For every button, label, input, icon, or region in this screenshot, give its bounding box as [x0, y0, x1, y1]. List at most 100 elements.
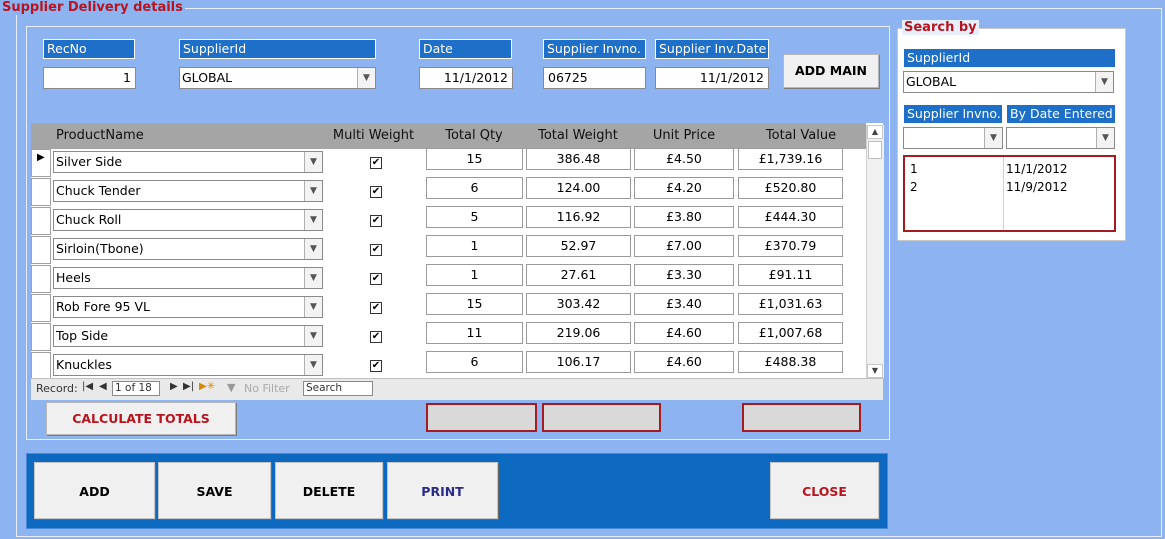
total-weight-cell[interactable]: 106.17	[526, 351, 631, 373]
product-combo[interactable]: Chuck Tender ▼	[53, 180, 323, 202]
chevron-down-icon[interactable]: ▼	[304, 268, 322, 288]
total-qty-cell[interactable]: 1	[426, 235, 523, 257]
chevron-down-icon[interactable]: ▼	[304, 355, 322, 375]
chevron-down-icon[interactable]: ▼	[1096, 128, 1114, 148]
chevron-down-icon[interactable]: ▼	[304, 297, 322, 317]
total-weight-cell[interactable]: 303.42	[526, 293, 631, 315]
total-value-cell[interactable]: £91.11	[738, 264, 843, 286]
product-combo[interactable]: Chuck Roll ▼	[53, 209, 323, 231]
unit-price-cell[interactable]: £7.00	[634, 235, 734, 257]
search-results-list[interactable]: 1 11/1/2012 2 11/9/2012	[903, 155, 1116, 232]
unit-price-cell[interactable]: £4.20	[634, 177, 734, 199]
search-supplier-combo[interactable]: GLOBAL ▼	[903, 71, 1114, 93]
total-qty-cell[interactable]: 6	[426, 351, 523, 373]
result-id[interactable]: 2	[910, 180, 918, 194]
total-value-cell[interactable]: £1,739.16	[738, 148, 843, 170]
search-bydate-combo[interactable]: ▼	[1006, 127, 1115, 149]
multi-weight-checkbox[interactable]: ✔	[370, 157, 382, 169]
next-record-icon[interactable]: ▶	[170, 381, 178, 392]
new-record-icon[interactable]: ▶✳	[199, 381, 215, 392]
result-date[interactable]: 11/1/2012	[1006, 162, 1068, 176]
close-button[interactable]: CLOSE	[770, 462, 879, 519]
row-selector[interactable]	[31, 236, 51, 264]
result-id[interactable]: 1	[910, 162, 918, 176]
product-combo[interactable]: Silver Side ▼	[53, 151, 323, 173]
total-value-cell[interactable]: £488.38	[738, 351, 843, 373]
total-value-cell[interactable]: £520.80	[738, 177, 843, 199]
total-qty-cell[interactable]: 15	[426, 293, 523, 315]
result-date[interactable]: 11/9/2012	[1006, 180, 1068, 194]
chevron-down-icon[interactable]: ▼	[304, 152, 322, 172]
unit-price-cell[interactable]: £4.50	[634, 148, 734, 170]
add-button[interactable]: ADD	[34, 462, 155, 519]
calculate-totals-button[interactable]: CALCULATE TOTALS	[46, 402, 236, 435]
product-combo[interactable]: Rob Fore 95 VL ▼	[53, 296, 323, 318]
row-selector[interactable]	[31, 178, 51, 206]
no-filter-label[interactable]: No Filter	[244, 382, 290, 395]
row-selector[interactable]	[31, 265, 51, 293]
scroll-thumb[interactable]	[868, 141, 882, 159]
multi-weight-checkbox[interactable]: ✔	[370, 215, 382, 227]
total-qty-cell[interactable]: 11	[426, 322, 523, 344]
total-value-cell[interactable]: £1,031.63	[738, 293, 843, 315]
chevron-down-icon[interactable]: ▼	[304, 210, 322, 230]
row-selector[interactable]	[31, 352, 51, 380]
total-weight-cell[interactable]: 52.97	[526, 235, 631, 257]
multi-weight-checkbox[interactable]: ✔	[370, 273, 382, 285]
multi-weight-checkbox[interactable]: ✔	[370, 186, 382, 198]
save-button[interactable]: SAVE	[158, 462, 271, 519]
unit-price-cell[interactable]: £3.40	[634, 293, 734, 315]
chevron-down-icon[interactable]: ▼	[1095, 72, 1113, 92]
multi-weight-checkbox[interactable]: ✔	[370, 302, 382, 314]
chevron-down-icon[interactable]: ▼	[304, 326, 322, 346]
last-record-icon[interactable]: ▶|	[183, 381, 194, 392]
chevron-down-icon[interactable]: ▼	[304, 239, 322, 259]
row-selector[interactable]	[31, 323, 51, 351]
unit-price-cell[interactable]: £3.80	[634, 206, 734, 228]
total-qty-cell[interactable]: 5	[426, 206, 523, 228]
record-position-field[interactable]: 1 of 18	[112, 381, 160, 396]
unit-price-cell[interactable]: £3.30	[634, 264, 734, 286]
product-combo[interactable]: Knuckles ▼	[53, 354, 323, 376]
unit-price-cell[interactable]: £4.60	[634, 322, 734, 344]
total-value-cell[interactable]: £1,007.68	[738, 322, 843, 344]
unit-price-cell[interactable]: £4.60	[634, 351, 734, 373]
delete-button[interactable]: DELETE	[275, 462, 383, 519]
scroll-up-icon[interactable]: ▲	[867, 125, 883, 139]
total-qty-cell[interactable]: 15	[426, 148, 523, 170]
grid-scrollbar[interactable]: ▲ ▼	[866, 125, 884, 378]
add-main-button[interactable]: ADD MAIN	[783, 54, 879, 88]
total-weight-cell[interactable]: 124.00	[526, 177, 631, 199]
scroll-down-icon[interactable]: ▼	[867, 364, 883, 378]
total-weight-cell[interactable]: 219.06	[526, 322, 631, 344]
invdate-field[interactable]: 11/1/2012	[655, 67, 769, 89]
chevron-down-icon[interactable]: ▼	[984, 128, 1002, 148]
total-value-cell[interactable]: £444.30	[738, 206, 843, 228]
recno-field[interactable]: 1	[43, 67, 136, 89]
total-qty-cell[interactable]: 1	[426, 264, 523, 286]
multi-weight-checkbox[interactable]: ✔	[370, 331, 382, 343]
product-combo[interactable]: Top Side ▼	[53, 325, 323, 347]
row-selector[interactable]	[31, 207, 51, 235]
previous-record-icon[interactable]: ◀	[99, 381, 107, 392]
row-selector[interactable]	[31, 294, 51, 322]
search-field[interactable]: Search	[303, 381, 373, 396]
multi-weight-checkbox[interactable]: ✔	[370, 244, 382, 256]
product-combo[interactable]: Sirloin(Tbone) ▼	[53, 238, 323, 260]
invno-field[interactable]: 06725	[543, 67, 646, 89]
total-value-cell[interactable]: £370.79	[738, 235, 843, 257]
search-invno-combo[interactable]: ▼	[903, 127, 1003, 149]
row-selector[interactable]: ▶	[31, 149, 51, 177]
supplier-combo[interactable]: GLOBAL ▼	[179, 67, 376, 89]
print-button[interactable]: PRINT	[387, 462, 498, 519]
total-qty-cell[interactable]: 6	[426, 177, 523, 199]
total-weight-cell[interactable]: 116.92	[526, 206, 631, 228]
chevron-down-icon[interactable]: ▼	[357, 68, 375, 88]
multi-weight-checkbox[interactable]: ✔	[370, 360, 382, 372]
total-weight-cell[interactable]: 386.48	[526, 148, 631, 170]
date-field[interactable]: 11/1/2012	[419, 67, 513, 89]
product-combo[interactable]: Heels ▼	[53, 267, 323, 289]
first-record-icon[interactable]: |◀	[82, 381, 93, 392]
total-weight-cell[interactable]: 27.61	[526, 264, 631, 286]
chevron-down-icon[interactable]: ▼	[304, 181, 322, 201]
